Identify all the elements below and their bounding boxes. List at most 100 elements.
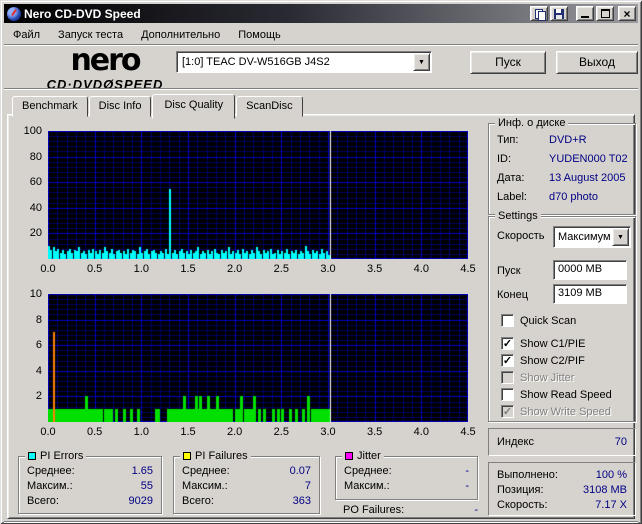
- stat-value: 0.07: [289, 465, 311, 477]
- checkbox-label: Show C1/PIE: [520, 337, 586, 350]
- chevron-down-icon: ▼: [617, 233, 624, 241]
- pi-failures-stats-group: PI Failures Среднее: 0.07 Максим.: 7 Всего…: [173, 450, 320, 514]
- disc-type-value: DVD+R: [549, 134, 587, 146]
- disc-type-label: Тип:: [497, 134, 519, 146]
- pi-failures-title-text: PI Failures: [195, 450, 248, 462]
- stat-label: Среднее:: [27, 465, 75, 477]
- disc-date-value: 13 August 2005: [549, 172, 626, 184]
- jitter-stats-group: Jitter Среднее: - Максим.: -: [335, 450, 478, 500]
- show-c1-pie-checkbox[interactable]: Show C1/PIE: [501, 337, 585, 350]
- speed-label: Скорость: [497, 230, 545, 242]
- checkbox-label: Show Write Speed: [520, 405, 611, 418]
- pi-errors-title-text: PI Errors: [40, 450, 84, 462]
- separator: [4, 88, 638, 90]
- show-c2-pif-checkbox[interactable]: Show C2/PIF: [501, 354, 585, 367]
- scan-start-input[interactable]: 0000 MB: [553, 260, 627, 280]
- stat-value: -: [465, 480, 469, 492]
- x-axis-tick-label: 1.0: [133, 263, 149, 275]
- pi-errors-color-swatch: [28, 452, 36, 460]
- jitter-title-text: Jitter: [357, 450, 381, 462]
- minimize-button[interactable]: [576, 6, 594, 21]
- pi-errors-chart: [48, 131, 468, 259]
- close-button[interactable]: ×: [618, 6, 636, 21]
- drive-select-value: [1:0] TEAC DV-W516GB J4S2: [182, 56, 330, 68]
- pages-icon: [534, 8, 546, 21]
- x-axis-tick-label: 0.0: [40, 426, 56, 438]
- checkbox-box: [501, 371, 514, 384]
- pi-errors-stats-title: PI Errors: [25, 450, 87, 462]
- y-axis-tick-label: 6: [35, 339, 42, 352]
- settings-title: Settings: [495, 210, 541, 222]
- y-axis-tick-label: 40: [29, 201, 42, 214]
- checkbox-box: [501, 337, 514, 350]
- x-axis-tick-label: 3.0: [320, 426, 336, 438]
- show-write-speed-checkbox: Show Write Speed: [501, 405, 611, 418]
- po-failures-row: PO Failures: -: [343, 504, 478, 516]
- checkbox-label: Show C2/PIF: [520, 354, 585, 367]
- tab-scandisc[interactable]: ScanDisc: [236, 96, 303, 117]
- scan-end-label: Конец: [497, 289, 529, 301]
- y-axis-tick-label: 4: [35, 364, 42, 377]
- exit-button[interactable]: Выход: [556, 51, 638, 74]
- checkbox-label: Show Read Speed: [520, 388, 612, 401]
- menu-extra[interactable]: Дополнительно: [132, 27, 229, 43]
- x-axis-tick-label: 1.0: [133, 426, 149, 438]
- stat-label: Максим.:: [182, 480, 228, 492]
- disc-id-label: ID:: [497, 153, 512, 165]
- pi-failures-chart: [48, 294, 468, 422]
- menu-help[interactable]: Помощь: [229, 27, 290, 43]
- copy-report-button[interactable]: [530, 6, 548, 21]
- stat-label: Всего:: [182, 495, 214, 507]
- quick-scan-checkbox[interactable]: Quick Scan: [501, 314, 576, 327]
- checkbox-box: [501, 405, 514, 418]
- x-axis-tick-label: 1.5: [180, 263, 196, 275]
- x-axis-tick-label: 3.5: [367, 426, 383, 438]
- speed-select-value: Максимум: [558, 231, 611, 243]
- po-failures-label: PO Failures:: [343, 504, 405, 516]
- stat-value: 363: [292, 495, 311, 507]
- show-read-speed-checkbox[interactable]: Show Read Speed: [501, 388, 612, 401]
- checkbox-label: Show Jitter: [520, 371, 575, 384]
- scan-end-input[interactable]: 3109 MB: [553, 284, 627, 304]
- minimize-icon: [581, 16, 589, 18]
- app-icon: [7, 6, 21, 21]
- position-value: 3108 MB: [582, 484, 627, 496]
- tab-disc-quality[interactable]: Disc Quality: [152, 94, 236, 119]
- x-axis-tick-label: 0.5: [87, 426, 103, 438]
- y-axis-tick-label: 60: [29, 176, 42, 189]
- drive-select-arrow[interactable]: ▼: [413, 53, 430, 71]
- start-button[interactable]: Пуск: [470, 51, 546, 74]
- speed-select[interactable]: Максимум ▼: [553, 226, 631, 248]
- x-axis-tick-label: 0.5: [87, 263, 103, 275]
- menu-file[interactable]: Файл: [4, 27, 49, 43]
- x-axis-tick-label: 2.5: [273, 426, 289, 438]
- stat-label: Максим.:: [344, 480, 390, 492]
- position-label: Позиция:: [497, 484, 544, 496]
- maximize-button[interactable]: [596, 6, 614, 21]
- x-axis-tick-label: 4.0: [413, 263, 429, 275]
- speed-status-value: 7.17 X: [595, 499, 627, 511]
- disc-date-label: Дата:: [497, 172, 525, 184]
- settings-group: Settings Скорость Максимум ▼ Пуск 0000 M…: [488, 210, 636, 422]
- y-axis-tick-label: 2: [35, 390, 42, 403]
- show-jitter-checkbox: Show Jitter: [501, 371, 574, 384]
- done-value: 100 %: [595, 469, 627, 481]
- menu-run-test[interactable]: Запуск теста: [49, 27, 132, 43]
- test-status-panel: Выполнено: 100 % Позиция: 3108 MB Скорость…: [488, 462, 636, 516]
- x-axis-tick-label: 4.0: [413, 426, 429, 438]
- disc-quality-page: Инф. о диске Тип: DVD+R ID: YUDEN000 T02 Д…: [7, 114, 636, 519]
- tab-disc-info[interactable]: Disc Info: [88, 96, 152, 117]
- speed-select-arrow[interactable]: ▼: [612, 228, 629, 246]
- drive-select[interactable]: [1:0] TEAC DV-W516GB J4S2 ▼: [176, 51, 432, 73]
- tab-benchmark[interactable]: Benchmark: [12, 96, 88, 117]
- stat-value: 7: [304, 480, 311, 492]
- x-axis-tick-label: 0.0: [40, 263, 56, 275]
- checkbox-label: Quick Scan: [520, 314, 577, 327]
- stat-label: Среднее:: [344, 465, 392, 477]
- save-button[interactable]: [550, 6, 568, 21]
- speed-status-label: Скорость:: [497, 499, 548, 511]
- disc-label-value: d70 photo: [549, 191, 598, 203]
- index-value: 70: [614, 436, 627, 448]
- chevron-down-icon: ▼: [418, 58, 425, 66]
- x-axis-tick-label: 4.5: [460, 263, 476, 275]
